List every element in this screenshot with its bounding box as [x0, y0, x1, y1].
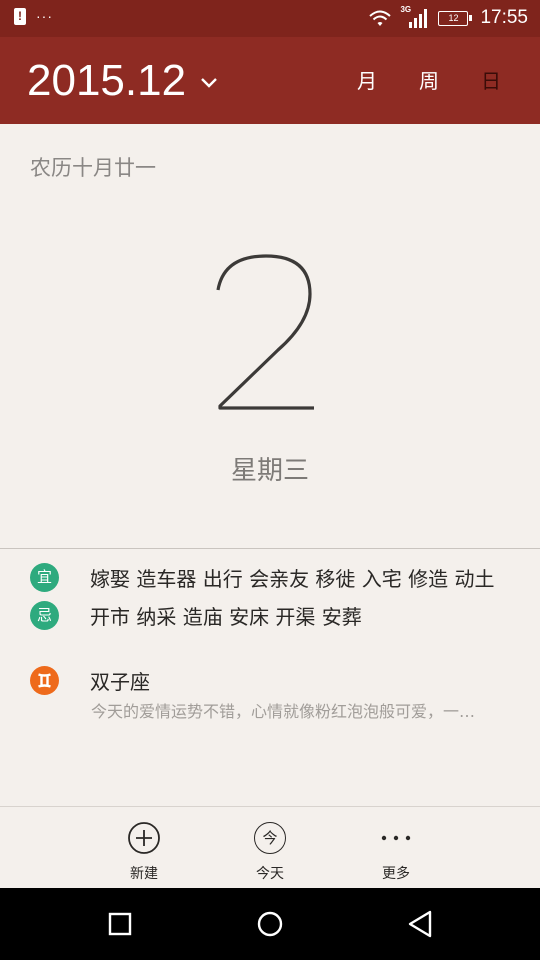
new-label: 新建: [130, 866, 158, 882]
today-icon: 今: [254, 822, 286, 854]
add-icon: [128, 822, 160, 854]
month-label: 2015.12: [27, 56, 187, 105]
battery-level: 12: [438, 10, 469, 26]
back-button[interactable]: [400, 908, 440, 940]
bad-badge: 忌: [30, 601, 59, 630]
back-icon: [408, 910, 432, 938]
view-tabs: 月 周 日: [336, 67, 522, 95]
bottom-toolbar: 新建 今 今天 更多: [0, 806, 540, 889]
today-label: 今天: [256, 866, 284, 882]
almanac-bad-row[interactable]: 忌 开市 纳采 造庙 安床 开渠 安葬: [30, 601, 510, 630]
more-button[interactable]: 更多: [356, 821, 436, 883]
recents-button[interactable]: [100, 908, 140, 940]
home-icon: [257, 911, 283, 937]
bad-activities: 开市 纳采 造庙 安床 开渠 安葬: [90, 605, 362, 629]
divider: [0, 548, 540, 549]
status-time: 17:55: [480, 7, 528, 28]
alert-icon: !: [14, 8, 26, 25]
system-nav-bar: [0, 888, 540, 960]
lunar-date: 农历十月廿一: [30, 156, 156, 180]
good-activities: 嫁娶 造车器 出行 会亲友 移徙 入宅 修造 动土: [90, 567, 495, 591]
horoscope-row[interactable]: 双子座: [30, 666, 510, 695]
more-icon: [381, 835, 411, 841]
chevron-down-icon: [201, 78, 217, 88]
weekday-label: 星期三: [230, 456, 309, 486]
horoscope-description: 今天的爱情运势不错，心情就像粉红泡泡般可爱，一整天都很开心: [91, 702, 491, 721]
tab-day[interactable]: 日: [460, 67, 522, 95]
tab-week[interactable]: 周: [398, 67, 460, 95]
day-number: 2: [0, 250, 540, 463]
signal-icon: 3G: [400, 5, 430, 29]
recents-icon: [108, 912, 132, 936]
today-button[interactable]: 今 今天: [230, 821, 310, 883]
month-picker[interactable]: 2015.12: [27, 56, 218, 106]
battery-icon: 12: [438, 10, 473, 26]
good-badge: 宜: [30, 563, 59, 592]
gemini-icon: [30, 666, 59, 695]
day-number-glyph: [216, 254, 314, 410]
home-button[interactable]: [250, 908, 290, 940]
horoscope-title: 双子座: [90, 670, 150, 694]
more-label: 更多: [382, 866, 410, 882]
status-bar: ! ··· 3G 12 17:55: [0, 0, 540, 37]
almanac-good-row[interactable]: 宜 嫁娶 造车器 出行 会亲友 移徙 入宅 修造 动土: [30, 563, 510, 592]
wifi-icon: [369, 10, 392, 26]
new-event-button[interactable]: 新建: [104, 821, 184, 883]
tab-month[interactable]: 月: [336, 67, 398, 95]
more-dots-icon: ···: [36, 8, 53, 24]
calendar-header: 2015.12 月 周 日: [0, 37, 540, 124]
